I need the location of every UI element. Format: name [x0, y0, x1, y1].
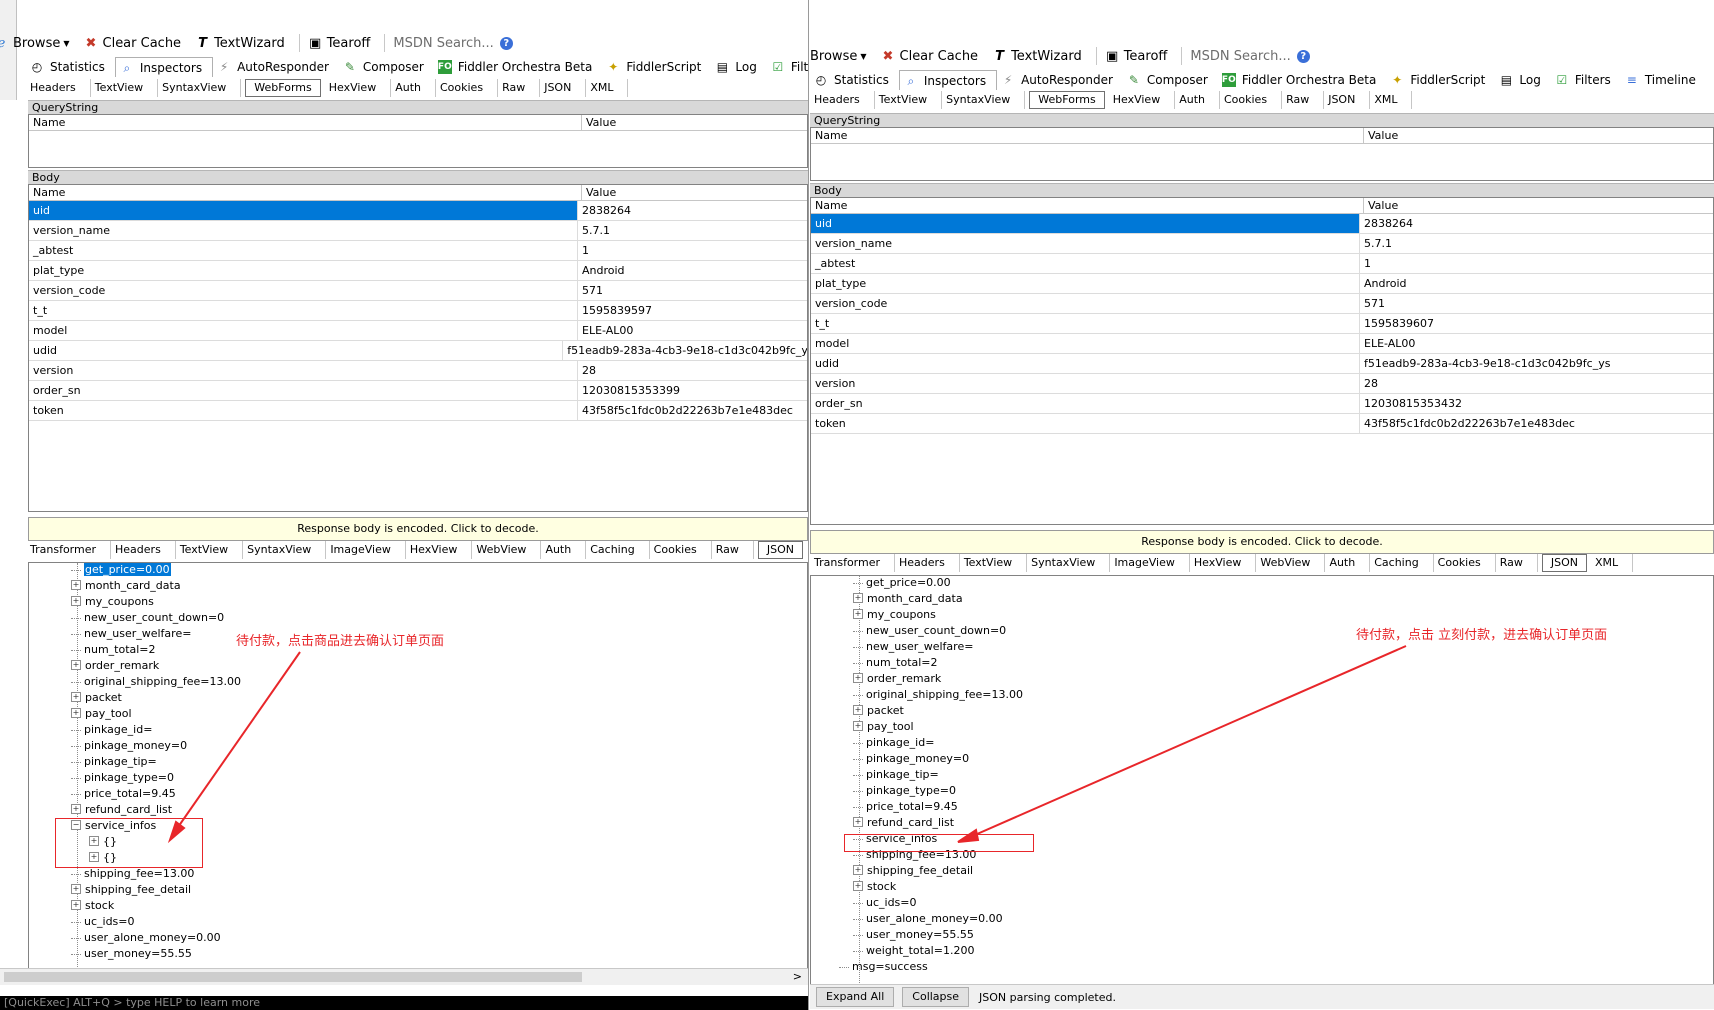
annotation-arrow-icon [167, 651, 301, 844]
annotation-arrow-icon [957, 645, 1407, 843]
left-fiddler-pane: ℯBrowse▼ ✖Clear Cache TTextWizard ▣Tearo… [0, 0, 809, 1010]
right-fiddler-pane: Browse ▼ ✖ Clear Cache T TextWizard ▣ Tearof… [810, 0, 1714, 1010]
